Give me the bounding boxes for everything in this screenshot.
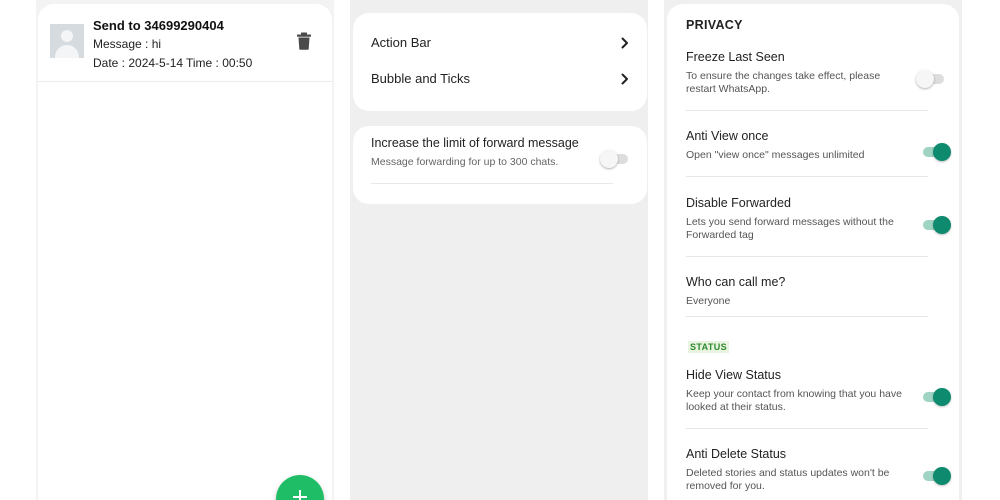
divider (686, 428, 928, 429)
scheduled-messages-screen: Send to 34699290404 Message : hi Date : … (36, 0, 334, 500)
avatar-icon (50, 24, 84, 58)
bubble-and-ticks-item[interactable]: Bubble and Ticks (353, 62, 647, 98)
disable-forwarded-description: Lets you send forward messages without t… (686, 216, 894, 241)
who-can-call-value: Everyone (686, 295, 731, 307)
action-bar-label: Action Bar (371, 35, 431, 50)
bubble-and-ticks-label: Bubble and Ticks (371, 71, 471, 86)
freeze-last-seen-description: To ensure the changes take effect, pleas… (686, 70, 881, 95)
forward-limit-card: Increase the limit of forward message Me… (353, 126, 647, 204)
disable-forwarded-toggle[interactable] (921, 216, 951, 234)
anti-view-once-toggle[interactable] (921, 143, 951, 161)
forward-limit-title: Increase the limit of forward message (371, 136, 579, 150)
chevron-right-icon (621, 37, 628, 49)
trash-icon[interactable] (296, 32, 312, 50)
privacy-settings-card: PRIVACY Freeze Last Seen To ensure the c… (667, 4, 959, 500)
disable-forwarded-title: Disable Forwarded (686, 196, 791, 210)
forward-limit-toggle[interactable] (600, 150, 630, 168)
message-time: Time : 00:50 (186, 56, 253, 70)
appearance-settings-card: Action Bar Bubble and Ticks (353, 13, 647, 111)
anti-delete-status-toggle[interactable] (921, 467, 951, 485)
hide-view-status-toggle[interactable] (921, 388, 951, 406)
anti-delete-status-title: Anti Delete Status (686, 447, 787, 461)
who-can-call-title[interactable]: Who can call me? (686, 275, 785, 289)
forward-limit-description: Message forwarding for up to 300 chats. (371, 156, 559, 168)
status-section-title: STATUS (688, 341, 730, 353)
privacy-section-title: PRIVACY (686, 18, 743, 32)
message-date: Date : 2024-5-14 (93, 56, 184, 70)
divider (686, 110, 928, 111)
anti-view-once-title: Anti View once (686, 129, 769, 143)
action-bar-item[interactable]: Action Bar (353, 26, 647, 62)
message-recipient: Send to 34699290404 (93, 18, 224, 33)
divider (686, 176, 928, 177)
anti-view-once-description: Open "view once" messages unlimited (686, 149, 865, 161)
add-scheduled-message-button[interactable] (276, 475, 324, 500)
scheduled-message-item[interactable]: Send to 34699290404 Message : hi Date : … (38, 4, 332, 82)
scheduled-messages-list: Send to 34699290404 Message : hi Date : … (38, 4, 332, 500)
chevron-right-icon (621, 73, 628, 85)
divider (686, 256, 928, 257)
plus-icon (293, 490, 307, 500)
hide-view-status-description: Keep your contact from knowing that you … (686, 388, 902, 413)
conversation-settings-screen: Action Bar Bubble and Ticks Increase the… (350, 0, 648, 500)
divider (371, 183, 613, 184)
privacy-settings-screen: PRIVACY Freeze Last Seen To ensure the c… (664, 0, 962, 500)
message-text: Message : hi (93, 37, 162, 51)
divider (686, 316, 928, 317)
hide-view-status-title: Hide View Status (686, 368, 781, 382)
freeze-last-seen-title: Freeze Last Seen (686, 50, 785, 64)
anti-delete-status-description: Deleted stories and status updates won't… (686, 467, 890, 492)
freeze-last-seen-toggle[interactable] (916, 70, 946, 88)
